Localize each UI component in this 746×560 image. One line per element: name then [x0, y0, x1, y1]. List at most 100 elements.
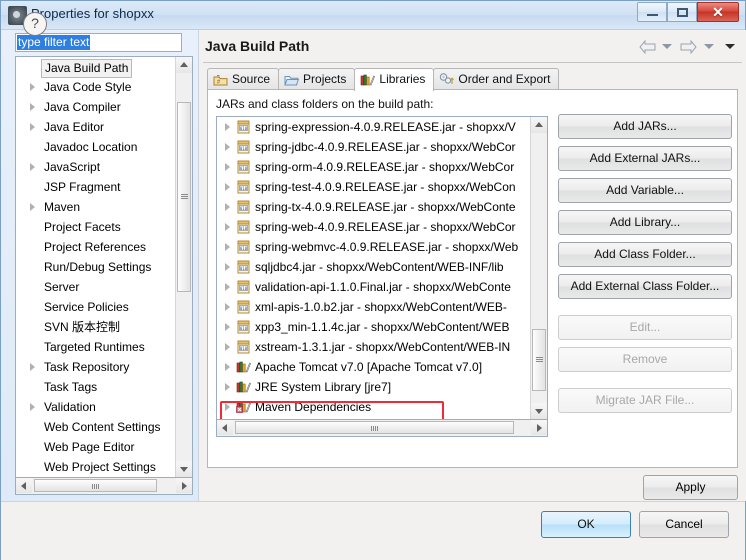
add-jars-button[interactable]: Add JARs... [558, 114, 732, 139]
expand-arrow-icon[interactable] [225, 363, 230, 371]
expand-arrow-icon[interactable] [225, 403, 230, 411]
add-external-jars-button[interactable]: Add External JARs... [558, 146, 732, 171]
sidebar-item-service-policies[interactable]: Service Policies [16, 297, 176, 317]
add-class-folder-button[interactable]: Add Class Folder... [558, 242, 732, 267]
forward-dropdown-caret-icon[interactable] [703, 44, 714, 50]
libraries-scroll-left-button[interactable] [217, 420, 233, 435]
tree-scroll-up-button[interactable] [176, 57, 192, 73]
sidebar-item-maven[interactable]: Maven [16, 197, 176, 217]
library-entry[interactable]: 010 validation-api-1.1.0.Final.jar - shop… [217, 277, 547, 297]
expand-arrow-icon[interactable] [225, 303, 230, 311]
add-external-class-folder-button[interactable]: Add External Class Folder... [558, 274, 732, 299]
expand-arrow-icon[interactable] [225, 283, 230, 291]
library-entry[interactable]: 010 spring-expression-4.0.9.RELEASE.jar -… [217, 117, 547, 137]
sidebar-item-web-content-settings[interactable]: Web Content Settings [16, 417, 176, 437]
tab-label: Projects [303, 72, 347, 86]
sidebar-item-targeted-runtimes[interactable]: Targeted Runtimes [16, 337, 176, 357]
library-entry[interactable]: 010 xml-apis-1.0.b2.jar - shopxx/WebConte… [217, 297, 547, 317]
tree-scroll-right-button[interactable] [176, 478, 192, 493]
tab-order-and-export[interactable]: Order and Export [433, 68, 560, 90]
sidebar-item-svn[interactable]: SVN 版本控制 [16, 317, 176, 337]
expand-arrow-icon[interactable] [30, 163, 35, 171]
tree-scroll-left-button[interactable] [16, 478, 32, 493]
libraries-scroll-down-button[interactable] [531, 403, 547, 419]
expand-arrow-icon[interactable] [225, 183, 230, 191]
sidebar-item-task-tags[interactable]: Task Tags [16, 377, 176, 397]
apply-button[interactable]: Apply [643, 475, 738, 500]
tab-libraries[interactable]: Libraries [354, 68, 435, 91]
library-entry[interactable]: 010 spring-webmvc-4.0.9.RELEASE.jar - sho… [217, 237, 547, 257]
filter-input[interactable] [15, 33, 182, 52]
expand-arrow-icon[interactable] [225, 123, 230, 131]
libraries-vertical-scrollbar[interactable] [530, 117, 547, 419]
library-entry[interactable]: 010 xpp3_min-1.1.4c.jar - shopxx/WebConte… [217, 317, 547, 337]
sidebar-item-validation[interactable]: Validation [16, 397, 176, 417]
close-button[interactable]: ✕ [697, 2, 739, 22]
expand-arrow-icon[interactable] [225, 383, 230, 391]
sidebar-item-project-facets[interactable]: Project Facets [16, 217, 176, 237]
expand-arrow-icon[interactable] [225, 263, 230, 271]
library-entry[interactable]: 010 spring-tx-4.0.9.RELEASE.jar - shopxx/… [217, 197, 547, 217]
page-menu-caret-icon[interactable] [725, 44, 735, 50]
expand-arrow-icon[interactable] [225, 243, 230, 251]
expand-arrow-icon[interactable] [30, 363, 35, 371]
settings-tree-panel[interactable]: Java Build Path Java Code Style Java Compi… [15, 56, 193, 478]
libraries-scroll-right-button[interactable] [531, 420, 547, 435]
back-dropdown-caret-icon[interactable] [661, 44, 672, 50]
expand-arrow-icon[interactable] [30, 123, 35, 131]
tab-source[interactable]: # Source [207, 68, 280, 90]
minimize-button[interactable] [637, 2, 667, 22]
expand-arrow-icon[interactable] [30, 103, 35, 111]
sidebar-item-task-repository[interactable]: Task Repository [16, 357, 176, 377]
library-entry[interactable]: Apache Tomcat v7.0 [Apache Tomcat v7.0] [217, 357, 547, 377]
libraries-scrollbar-thumb[interactable] [532, 329, 546, 391]
expand-arrow-icon[interactable] [225, 163, 230, 171]
tree-hscrollbar-thumb[interactable] [34, 479, 157, 492]
tab-projects[interactable]: Projects [278, 68, 356, 90]
sidebar-item-web-project-settings[interactable]: Web Project Settings [16, 457, 176, 477]
sidebar-item-javadoc-location[interactable]: Javadoc Location [16, 137, 176, 157]
sidebar-item-java-compiler[interactable]: Java Compiler [16, 97, 176, 117]
libraries-list[interactable]: 010 spring-expression-4.0.9.RELEASE.jar -… [216, 116, 548, 420]
libraries-horizontal-scrollbar[interactable] [216, 420, 548, 437]
sidebar-item-jsp-fragment[interactable]: JSP Fragment [16, 177, 176, 197]
tree-scrollbar-thumb[interactable] [177, 102, 191, 292]
library-entry[interactable]: 010 spring-orm-4.0.9.RELEASE.jar - shopxx… [217, 157, 547, 177]
library-entry[interactable]: JRE System Library [jre7] [217, 377, 547, 397]
expand-arrow-icon[interactable] [225, 323, 230, 331]
library-entry[interactable]: 010 xstream-1.3.1.jar - shopxx/WebContent… [217, 337, 547, 357]
tree-scroll-down-button[interactable] [176, 461, 192, 477]
library-entry[interactable]: 010 spring-web-4.0.9.RELEASE.jar - shopxx… [217, 217, 547, 237]
libraries-scroll-up-button[interactable] [531, 117, 547, 133]
expand-arrow-icon[interactable] [225, 343, 230, 351]
sidebar-item-java-editor[interactable]: Java Editor [16, 117, 176, 137]
sidebar-item-java-code-style[interactable]: Java Code Style [16, 77, 176, 97]
library-entry[interactable]: 010 spring-jdbc-4.0.9.RELEASE.jar - shopx… [217, 137, 547, 157]
back-arrow-icon[interactable] [638, 39, 656, 54]
cancel-button[interactable]: Cancel [639, 511, 729, 538]
help-icon[interactable]: ? [23, 12, 47, 36]
sidebar-item-run-debug-settings[interactable]: Run/Debug Settings [16, 257, 176, 277]
sidebar-item-java-build-path[interactable]: Java Build Path [16, 57, 176, 78]
expand-arrow-icon[interactable] [30, 203, 35, 211]
add-variable-button[interactable]: Add Variable... [558, 178, 732, 203]
ok-button[interactable]: OK [541, 511, 631, 538]
libraries-hscrollbar-thumb[interactable] [235, 421, 514, 434]
forward-arrow-icon[interactable] [680, 39, 697, 54]
add-library-button[interactable]: Add Library... [558, 210, 732, 235]
expand-arrow-icon[interactable] [30, 403, 35, 411]
maximize-button[interactable] [667, 2, 697, 22]
expand-arrow-icon[interactable] [225, 203, 230, 211]
library-entry[interactable]: Maven Dependencies [217, 397, 547, 417]
tree-vertical-scrollbar[interactable] [175, 57, 192, 477]
library-entry[interactable]: 010 sqljdbc4.jar - shopxx/WebContent/WEB-… [217, 257, 547, 277]
library-entry[interactable]: 010 spring-test-4.0.9.RELEASE.jar - shopx… [217, 177, 547, 197]
sidebar-item-javascript[interactable]: JavaScript [16, 157, 176, 177]
expand-arrow-icon[interactable] [30, 83, 35, 91]
sidebar-item-project-references[interactable]: Project References [16, 237, 176, 257]
sidebar-item-web-page-editor[interactable]: Web Page Editor [16, 437, 176, 457]
expand-arrow-icon[interactable] [225, 143, 230, 151]
tree-horizontal-scrollbar[interactable] [15, 478, 193, 495]
expand-arrow-icon[interactable] [225, 223, 230, 231]
sidebar-item-server[interactable]: Server [16, 277, 176, 297]
